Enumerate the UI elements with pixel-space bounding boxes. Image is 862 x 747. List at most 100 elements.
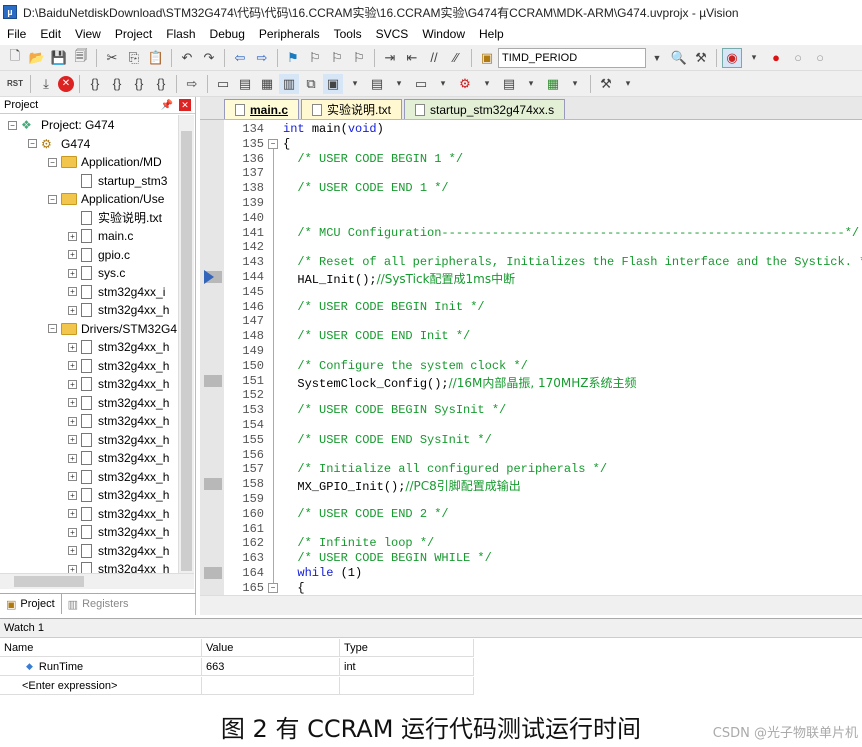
expand-icon[interactable]: + <box>68 416 77 426</box>
tree-item[interactable]: + gpio.c <box>68 246 130 264</box>
tab-readme-txt[interactable]: 实验说明.txt <box>301 99 403 119</box>
tree-item[interactable]: + stm32g4xx_h <box>68 412 169 430</box>
tree-item[interactable]: + stm32g4xx_h <box>68 523 169 541</box>
executable-line-marker[interactable] <box>204 567 222 579</box>
find-in-files-icon[interactable]: 🔍 <box>669 48 689 68</box>
tree-item[interactable]: + main.c <box>68 227 133 245</box>
memory-window-icon[interactable]: ▤ <box>367 74 387 94</box>
collapse-icon[interactable]: − <box>48 194 57 204</box>
menu-item-view[interactable]: View <box>68 24 108 44</box>
navigate-back-icon[interactable]: ⇦ <box>230 48 250 68</box>
disassembly-window-icon[interactable]: ▤ <box>235 74 255 94</box>
chevron-down-icon[interactable]: ▾ <box>744 48 764 68</box>
expand-icon[interactable]: + <box>68 472 77 481</box>
breakpoint-insert-icon[interactable]: ● <box>766 48 786 68</box>
step-into-icon[interactable]: {} <box>85 74 105 94</box>
bookmark-next-icon[interactable]: ⚐ <box>327 48 347 68</box>
expand-icon[interactable]: + <box>68 379 77 389</box>
watch-cell-name[interactable]: ◆ RunTime <box>0 658 202 676</box>
comment-icon[interactable]: // <box>424 48 444 68</box>
system-viewer-icon[interactable]: ▦ <box>543 74 563 94</box>
menu-item-help[interactable]: Help <box>472 24 511 44</box>
reset-icon[interactable]: RST <box>5 74 25 94</box>
command-window-icon[interactable]: ▭ <box>213 74 233 94</box>
menu-item-edit[interactable]: Edit <box>33 24 68 44</box>
call-stack-window-icon[interactable]: ⧉ <box>301 74 321 94</box>
watch-cell-value[interactable] <box>202 677 340 695</box>
menu-item-peripherals[interactable]: Peripherals <box>252 24 327 44</box>
expand-icon[interactable]: + <box>68 453 77 463</box>
executable-line-marker[interactable] <box>204 478 222 491</box>
breakpoint-disable-icon[interactable]: ○ <box>788 48 808 68</box>
menu-item-project[interactable]: Project <box>108 24 159 44</box>
run-icon[interactable]: ⤓ <box>36 74 56 94</box>
chevron-down-icon[interactable]: ▾ <box>521 74 541 94</box>
stop-icon[interactable]: ✕ <box>58 75 74 92</box>
unindent-icon[interactable]: ⇤ <box>402 48 422 68</box>
tree-item[interactable]: + stm32g4xx_h <box>68 560 169 573</box>
tree-item[interactable]: + stm32g4xx_h <box>68 486 169 504</box>
open-folder-icon[interactable]: 📂 <box>27 48 47 68</box>
expand-icon[interactable]: + <box>68 231 77 241</box>
breakpoint-margin[interactable] <box>200 120 224 595</box>
tab-project[interactable]: ▣ Project <box>0 594 62 614</box>
chevron-down-icon[interactable]: ▾ <box>433 74 453 94</box>
save-all-icon[interactable]: 🗐 <box>71 48 91 68</box>
tree-item[interactable]: − ❖ Project: G474 <box>8 116 114 134</box>
toolbox-icon[interactable]: ⚒ <box>596 74 616 94</box>
expand-icon[interactable]: + <box>68 250 77 259</box>
tree-item[interactable]: + stm32g4xx_h <box>68 338 169 356</box>
tree-item[interactable]: − Application/Use <box>48 190 164 208</box>
navigate-forward-icon[interactable]: ⇨ <box>252 48 272 68</box>
fold-toggle-icon[interactable]: − <box>268 582 278 593</box>
tree-item[interactable]: + stm32g4xx_h <box>68 301 169 319</box>
fold-toggle-icon[interactable]: − <box>268 138 278 149</box>
chevron-down-icon[interactable]: ▾ <box>477 74 497 94</box>
expand-icon[interactable]: + <box>68 546 77 555</box>
scrollbar-thumb[interactable] <box>181 131 192 571</box>
expand-icon[interactable]: + <box>68 490 77 500</box>
close-icon[interactable]: ✕ <box>179 99 191 112</box>
uncomment-icon[interactable]: ⁄⁄ <box>446 48 466 68</box>
tree-item[interactable]: − Application/MD <box>48 153 162 171</box>
collapse-icon[interactable]: − <box>48 157 57 167</box>
watch-cell-name[interactable]: <Enter expression> <box>0 677 202 695</box>
menu-item-tools[interactable]: Tools <box>327 24 369 44</box>
redo-icon[interactable]: ↷ <box>199 48 219 68</box>
tree-item[interactable]: + sys.c <box>68 264 125 282</box>
tree-item[interactable]: + stm32g4xx_h <box>68 394 169 412</box>
undo-icon[interactable]: ↶ <box>177 48 197 68</box>
copy-icon[interactable]: ⎘ <box>124 48 144 68</box>
tree-item[interactable]: − ⚙ G474 <box>28 135 90 153</box>
new-file-icon[interactable]: 🗋 <box>5 48 25 68</box>
chevron-down-icon[interactable]: ▾ <box>565 74 585 94</box>
bookmark-prev-icon[interactable]: ⚐ <box>305 48 325 68</box>
scrollbar-thumb[interactable] <box>14 576 84 587</box>
menu-item-window[interactable]: Window <box>415 24 472 44</box>
collapse-icon[interactable]: − <box>48 324 57 333</box>
step-over-icon[interactable]: {} <box>107 74 127 94</box>
expand-icon[interactable]: + <box>68 305 77 315</box>
project-tree-vertical-scrollbar[interactable] <box>178 115 194 573</box>
tree-item[interactable]: startup_stm3 <box>68 172 167 190</box>
tab-registers[interactable]: ▥ Registers <box>62 594 135 614</box>
target-select[interactable]: TIMD_PERIOD <box>498 47 646 68</box>
watch-cell-type[interactable] <box>340 677 474 695</box>
chevron-down-icon[interactable]: ▼ <box>647 48 667 68</box>
tree-item[interactable]: + stm32g4xx_h <box>68 468 169 486</box>
tree-item[interactable]: + stm32g4xx_h <box>68 357 169 375</box>
breakpoint-kill-icon[interactable]: ○ <box>810 48 830 68</box>
paste-icon[interactable]: 📋 <box>146 48 166 68</box>
save-icon[interactable]: 💾 <box>49 48 69 68</box>
incremental-find-icon[interactable]: ⚒ <box>691 48 711 68</box>
registers-window-icon[interactable]: ▥ <box>279 73 299 94</box>
code-area[interactable]: 134 int main(void) 135−{136 /* USER CODE B… <box>200 119 862 595</box>
tree-item[interactable]: + stm32g4xx_h <box>68 431 169 449</box>
watch-window-icon[interactable]: ▣ <box>323 73 343 94</box>
pin-icon[interactable]: 📌 <box>161 100 173 111</box>
bookmark-toggle-icon[interactable]: ⚑ <box>283 48 303 68</box>
collapse-icon[interactable]: − <box>28 139 37 148</box>
expand-icon[interactable]: + <box>68 287 77 296</box>
watch-column-header[interactable]: Name <box>0 639 202 657</box>
tree-item[interactable]: + stm32g4xx_h <box>68 542 169 560</box>
